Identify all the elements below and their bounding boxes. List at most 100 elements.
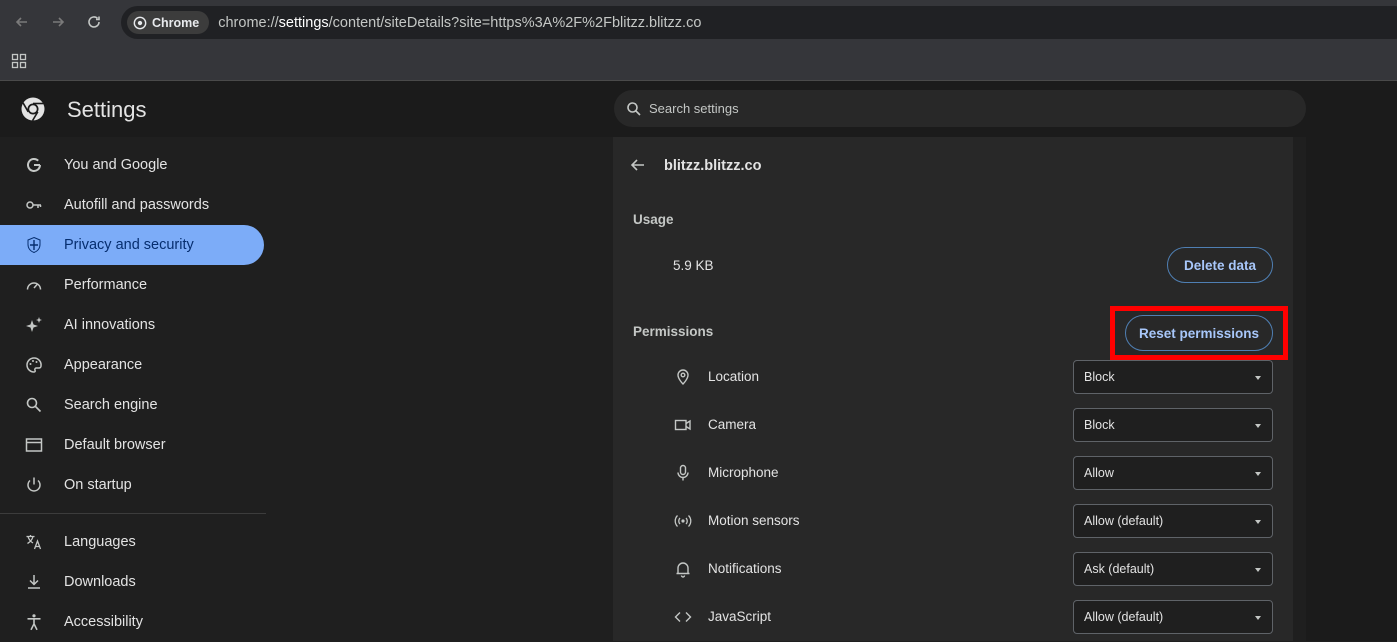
permission-label: JavaScript: [708, 609, 772, 624]
sidebar-item-label: Search engine: [64, 397, 158, 413]
motion-sensors-select[interactable]: Allow (default): [1073, 504, 1273, 538]
translate-icon: [24, 532, 44, 552]
chip-label: Chrome: [152, 15, 200, 30]
code-icon: [673, 607, 693, 627]
usage-heading: Usage: [633, 212, 674, 227]
arrow-right-icon: [53, 17, 65, 27]
microphone-select[interactable]: Allow: [1073, 456, 1273, 490]
permission-row-motion-sensors: Motion sensors Allow (default): [613, 497, 1293, 545]
search-icon: [627, 101, 641, 116]
permission-label: Notifications: [708, 561, 782, 576]
sidebar-item-label: Default browser: [64, 437, 166, 453]
sidebar-item-accessibility[interactable]: Accessibility: [0, 602, 264, 642]
highlight-box: [1110, 306, 1288, 360]
search-icon: [24, 395, 44, 415]
accessibility-icon: [24, 612, 44, 632]
sidebar-item-autofill[interactable]: Autofill and passwords: [0, 185, 264, 225]
browser-toolbar: Chrome chrome://settings/content/siteDet…: [0, 0, 1397, 44]
sidebar-item-label: Performance: [64, 277, 148, 293]
sidebar-item-privacy[interactable]: Privacy and security: [0, 225, 264, 265]
search-input[interactable]: Search settings: [614, 90, 1306, 127]
arrow-left-icon[interactable]: [629, 156, 647, 174]
delete-data-button[interactable]: Delete data: [1167, 247, 1273, 283]
download-icon: [24, 572, 44, 592]
notifications-select[interactable]: Ask (default): [1073, 552, 1273, 586]
sidebar-item-label: Downloads: [64, 574, 136, 590]
sidebar-item-search-engine[interactable]: Search engine: [0, 385, 264, 425]
sidebar: You and Google Autofill and passwords Pr…: [0, 137, 270, 641]
sidebar-item-label: Appearance: [64, 357, 143, 373]
site-details-card: blitzz.blitzz.co Usage 5.9 KB Delete dat…: [613, 137, 1293, 641]
motion-sensor-icon: [673, 511, 693, 531]
key-icon: [24, 195, 44, 215]
reload-icon: [88, 16, 100, 28]
sidebar-item-performance[interactable]: Performance: [0, 265, 264, 305]
chevron-down-icon: [1255, 568, 1261, 572]
forward-button[interactable]: [40, 4, 76, 40]
site-title: blitzz.blitzz.co: [664, 158, 762, 174]
select-value: Allow (default): [1084, 514, 1164, 528]
location-select[interactable]: Block: [1073, 360, 1273, 394]
chevron-down-icon: [1255, 424, 1261, 428]
permission-label: Camera: [708, 417, 757, 432]
chrome-chip[interactable]: Chrome: [127, 11, 210, 34]
palette-icon: [24, 355, 44, 375]
url-path: /content/siteDetails?site=https%3A%2F%2F…: [328, 14, 702, 31]
select-value: Block: [1084, 370, 1115, 384]
sidebar-divider: [0, 513, 266, 514]
chevron-down-icon: [1255, 616, 1261, 620]
power-icon: [24, 475, 44, 495]
url-host: settings: [278, 14, 329, 31]
location-pin-icon: [673, 367, 693, 387]
page-title: Settings: [67, 97, 147, 122]
select-value: Allow: [1084, 466, 1114, 480]
sidebar-item-label: Languages: [64, 534, 136, 550]
select-value: Allow (default): [1084, 610, 1164, 624]
sidebar-item-appearance[interactable]: Appearance: [0, 345, 264, 385]
permissions-heading: Permissions: [633, 324, 714, 339]
apps-grid-icon[interactable]: [11, 53, 27, 69]
chrome-logo-icon: [133, 16, 147, 29]
select-value: Ask (default): [1084, 562, 1155, 576]
url-prefix: chrome://: [218, 14, 279, 31]
reload-button[interactable]: [76, 4, 112, 40]
camera-select[interactable]: Block: [1073, 408, 1273, 442]
permission-label: Location: [708, 369, 760, 384]
select-value: Block: [1084, 418, 1115, 432]
url-text[interactable]: chrome://settings/content/siteDetails?si…: [218, 15, 701, 31]
shield-icon: [24, 235, 44, 255]
permission-label: Microphone: [708, 465, 779, 480]
chevron-down-icon: [1255, 472, 1261, 476]
permission-row-microphone: Microphone Allow: [613, 449, 1293, 497]
sidebar-item-ai[interactable]: AI innovations: [0, 305, 264, 345]
microphone-icon: [673, 463, 693, 483]
javascript-select[interactable]: Allow (default): [1073, 600, 1273, 634]
permission-row-camera: Camera Block: [613, 401, 1293, 449]
sidebar-item-you-and-google[interactable]: You and Google: [0, 145, 264, 185]
chevron-down-icon: [1255, 520, 1261, 524]
google-icon: [24, 155, 44, 175]
arrow-left-icon: [15, 17, 27, 27]
sidebar-item-label: Autofill and passwords: [64, 197, 210, 213]
back-button[interactable]: [4, 4, 40, 40]
address-bar[interactable]: Chrome chrome://settings/content/siteDet…: [121, 6, 1397, 39]
sidebar-item-label: On startup: [64, 477, 132, 493]
permission-row-location: Location Block: [613, 353, 1293, 401]
sidebar-item-label: Accessibility: [64, 614, 143, 630]
sidebar-item-downloads[interactable]: Downloads: [0, 562, 264, 602]
sidebar-item-label: Privacy and security: [64, 237, 194, 253]
sidebar-item-languages[interactable]: Languages: [0, 522, 264, 562]
browser-window-icon: [24, 435, 44, 455]
sidebar-item-on-startup[interactable]: On startup: [0, 465, 264, 505]
sidebar-item-label: AI innovations: [64, 317, 156, 333]
bookmarks-bar: [0, 44, 1397, 81]
sidebar-item-default-browser[interactable]: Default browser: [0, 425, 264, 465]
sparkle-icon: [24, 315, 44, 335]
chevron-down-icon: [1255, 376, 1261, 380]
search-placeholder: Search settings: [649, 101, 739, 116]
bell-icon: [673, 559, 693, 579]
permission-row-notifications: Notifications Ask (default): [613, 545, 1293, 593]
permission-row-javascript: JavaScript Allow (default): [613, 593, 1293, 641]
usage-value: 5.9 KB: [673, 258, 714, 273]
permission-label: Motion sensors: [708, 513, 800, 528]
